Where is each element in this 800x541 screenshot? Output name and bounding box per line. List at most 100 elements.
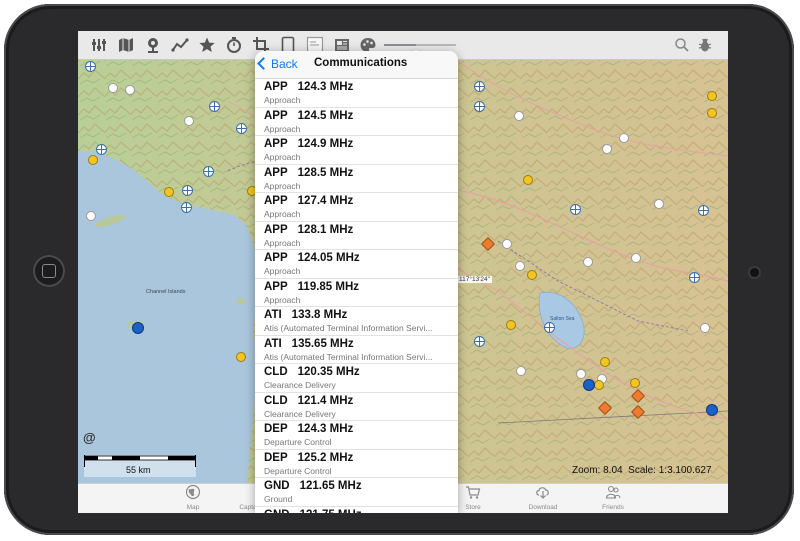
frequency-row[interactable]: ATI 135.65 MHz Atis (Automated Terminal In… bbox=[255, 336, 458, 364]
airfield-marker[interactable] bbox=[583, 257, 593, 267]
airport-towered-marker[interactable] bbox=[707, 91, 717, 101]
airfield-marker[interactable] bbox=[576, 369, 586, 379]
airfield-marker[interactable] bbox=[502, 239, 512, 249]
frequency-heading: DEP 125.2 MHz bbox=[264, 452, 353, 464]
frequency-row[interactable]: APP 127.4 MHz Approach bbox=[255, 193, 458, 222]
airfield-marker[interactable] bbox=[654, 199, 664, 209]
airfield-marker[interactable] bbox=[631, 253, 641, 263]
route-icon[interactable] bbox=[171, 36, 189, 54]
frequency-row[interactable]: APP 119.85 MHz Approach bbox=[255, 279, 458, 307]
airfield-marker[interactable] bbox=[700, 323, 710, 333]
frequency-row[interactable]: APP 128.1 MHz Approach bbox=[255, 222, 458, 250]
frequency-heading: APP 124.9 MHz bbox=[264, 138, 353, 150]
bug-icon[interactable] bbox=[696, 36, 714, 54]
frequency-type: APP bbox=[264, 195, 288, 207]
airport-marker[interactable] bbox=[181, 202, 192, 213]
airport-towered-marker[interactable] bbox=[164, 187, 174, 197]
frequency-row[interactable]: APP 124.05 MHz Approach bbox=[255, 250, 458, 279]
airport-marker[interactable] bbox=[85, 61, 96, 72]
attribution-icon[interactable]: @ bbox=[83, 430, 96, 445]
selected-location-marker[interactable] bbox=[583, 379, 595, 391]
frequency-value: 128.1 MHz bbox=[297, 223, 354, 236]
star-icon[interactable] bbox=[198, 36, 216, 54]
frequency-row[interactable]: GND 121.65 MHz Ground bbox=[255, 478, 458, 507]
airfield-marker[interactable] bbox=[86, 211, 96, 221]
frequency-type: ATI bbox=[264, 337, 282, 350]
airport-marker[interactable] bbox=[182, 185, 193, 196]
frequency-row[interactable]: APP 124.5 MHz Approach bbox=[255, 108, 458, 136]
airport-towered-marker[interactable] bbox=[594, 380, 604, 390]
frequency-heading: CLD 121.4 MHz bbox=[264, 395, 353, 407]
airport-marker[interactable] bbox=[209, 101, 220, 112]
search-icon[interactable] bbox=[673, 36, 691, 54]
frequency-description: Clearance Delivery bbox=[264, 408, 336, 419]
airport-marker[interactable] bbox=[474, 81, 485, 92]
frequency-type: CLD bbox=[264, 394, 288, 407]
map-icon[interactable] bbox=[117, 36, 135, 54]
tab-label: Map bbox=[186, 504, 200, 511]
airport-towered-marker[interactable] bbox=[707, 108, 717, 118]
airport-marker[interactable] bbox=[544, 322, 555, 333]
airport-marker[interactable] bbox=[474, 101, 485, 112]
frequency-value: 121.4 MHz bbox=[297, 394, 354, 407]
tab-map[interactable]: Map bbox=[163, 484, 223, 513]
frequency-description: Approach bbox=[264, 95, 301, 105]
frequency-row[interactable]: APP 128.5 MHz Approach bbox=[255, 165, 458, 193]
airport-marker[interactable] bbox=[689, 272, 700, 283]
home-button[interactable] bbox=[33, 255, 65, 287]
location-pin-icon[interactable] bbox=[144, 36, 162, 54]
airfield-marker[interactable] bbox=[125, 85, 135, 95]
frequency-heading: APP 124.5 MHz bbox=[264, 110, 353, 122]
frequency-type: DEP bbox=[264, 423, 288, 435]
airport-towered-marker[interactable] bbox=[630, 378, 640, 388]
frequency-type: GND bbox=[264, 480, 290, 492]
airport-marker[interactable] bbox=[570, 204, 581, 215]
airport-marker[interactable] bbox=[236, 123, 247, 134]
frequency-row[interactable]: DEP 124.3 MHz Departure Control bbox=[255, 421, 458, 450]
frequency-heading: ATI 135.65 MHz bbox=[264, 338, 354, 350]
opacity-slider[interactable] bbox=[384, 44, 456, 66]
airport-towered-marker[interactable] bbox=[527, 270, 537, 280]
frequency-row[interactable]: DEP 125.2 MHz Departure Control bbox=[255, 450, 458, 478]
airport-marker[interactable] bbox=[698, 205, 709, 216]
back-button[interactable]: Back bbox=[257, 57, 298, 71]
frequency-row[interactable]: APP 124.3 MHz Approach bbox=[255, 79, 458, 108]
tab-download[interactable]: Download bbox=[513, 484, 573, 513]
layers-icon[interactable] bbox=[90, 36, 108, 54]
frequency-row[interactable]: CLD 120.35 MHz Clearance Delivery bbox=[255, 364, 458, 393]
airport-towered-marker[interactable] bbox=[523, 175, 533, 185]
frequency-row[interactable]: ATI 133.8 MHz Atis (Automated Terminal Inf… bbox=[255, 307, 458, 336]
frequency-value: 133.8 MHz bbox=[291, 309, 348, 321]
frequency-type: APP bbox=[264, 223, 288, 236]
airport-marker[interactable] bbox=[474, 336, 485, 347]
timer-icon[interactable] bbox=[225, 36, 243, 54]
frequency-row[interactable]: GND 121.75 MHz bbox=[255, 507, 458, 514]
airport-towered-marker[interactable] bbox=[506, 320, 516, 330]
airport-towered-marker[interactable] bbox=[236, 352, 246, 362]
communications-popover: Back Communications APP 124.3 MHz Approach… bbox=[255, 51, 458, 513]
frequency-row[interactable]: APP 124.9 MHz Approach bbox=[255, 136, 458, 165]
frequency-value: 124.05 MHz bbox=[297, 252, 360, 264]
frequency-heading: DEP 124.3 MHz bbox=[264, 423, 353, 435]
tab-friends[interactable]: Friends bbox=[583, 484, 643, 513]
frequency-heading: CLD 120.35 MHz bbox=[264, 366, 360, 378]
airfield-marker[interactable] bbox=[619, 133, 629, 143]
airfield-marker[interactable] bbox=[602, 144, 612, 154]
airfield-marker[interactable] bbox=[516, 366, 526, 376]
zoom-scale-readout: Zoom: 8.04 Scale: 1:3.100.627 bbox=[572, 465, 712, 476]
airport-towered-marker[interactable] bbox=[88, 155, 98, 165]
frequency-value: 119.85 MHz bbox=[297, 280, 360, 293]
frequency-row[interactable]: CLD 121.4 MHz Clearance Delivery bbox=[255, 393, 458, 421]
zoom-level: Zoom: 8.04 bbox=[572, 465, 623, 476]
frequency-type: ATI bbox=[264, 309, 282, 321]
airport-towered-marker[interactable] bbox=[600, 357, 610, 367]
airfield-marker[interactable] bbox=[108, 83, 118, 93]
selected-location-marker[interactable] bbox=[706, 404, 718, 416]
selected-location-marker[interactable] bbox=[132, 322, 144, 334]
airfield-marker[interactable] bbox=[514, 111, 524, 121]
airport-marker[interactable] bbox=[96, 144, 107, 155]
airport-marker[interactable] bbox=[203, 166, 214, 177]
frequency-list: APP 124.3 MHz Approach APP 124.5 MHz Approach… bbox=[255, 79, 458, 513]
airfield-marker[interactable] bbox=[515, 261, 525, 271]
airfield-marker[interactable] bbox=[184, 116, 194, 126]
